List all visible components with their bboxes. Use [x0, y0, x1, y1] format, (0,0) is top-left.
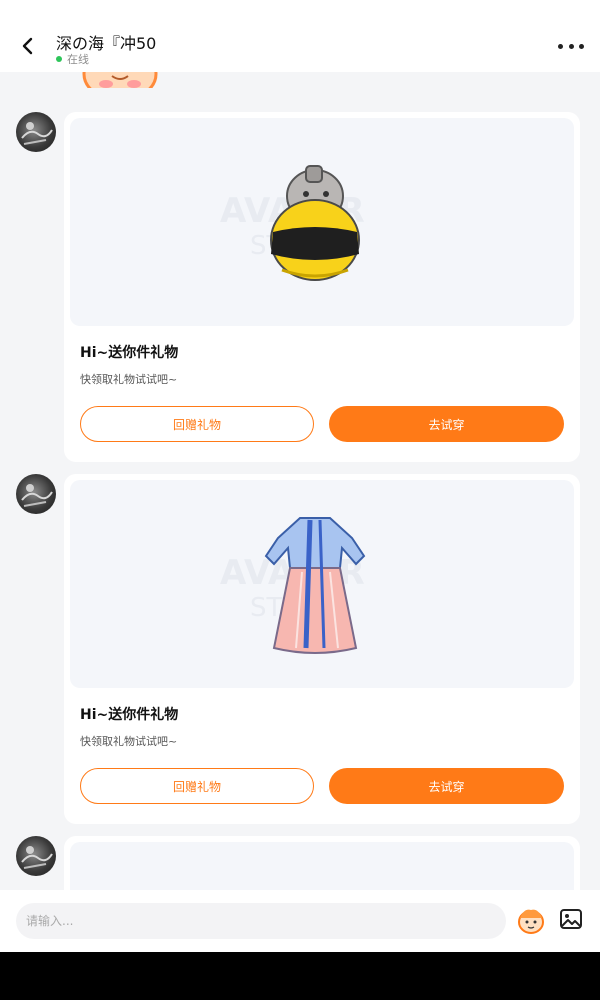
- chat-header: 深の海『冲50 在线: [0, 0, 600, 72]
- return-gift-button[interactable]: 回赠礼物: [80, 768, 314, 804]
- chat-screen: 深の海『冲50 在线 Hi~送你件礼物 快领取礼物试试吧~ 回赠礼物 去试穿 H…: [0, 0, 600, 952]
- image-button[interactable]: [559, 907, 583, 931]
- try-on-button[interactable]: 去试穿: [329, 406, 564, 442]
- image-icon: [560, 909, 582, 929]
- message-list[interactable]: AVATAR STUDIO Hi~送你件礼物 快领取礼物试试吧~: [0, 72, 600, 890]
- sticker-face-icon: [518, 909, 544, 934]
- message-input[interactable]: [16, 903, 506, 939]
- gift-subtitle: 快领取礼物试试吧~: [80, 373, 178, 386]
- gift-title: Hi~送你件礼物: [80, 345, 179, 361]
- bee-plush-icon: [270, 165, 360, 281]
- sender-avatar[interactable]: [16, 836, 56, 876]
- gift-card: AVATAR STUDIO Hi~送你件礼物 快领取礼物试试吧~ 回赠礼物 去试…: [64, 474, 580, 824]
- back-button[interactable]: [14, 32, 42, 60]
- gift-preview[interactable]: AVATAR STUDIO: [70, 118, 574, 326]
- sticker-face-image: [80, 72, 160, 88]
- more-dots-icon: [558, 43, 563, 49]
- try-on-button[interactable]: 去试穿: [329, 768, 564, 804]
- gift-title: Hi~送你件礼物: [80, 707, 179, 723]
- hanfu-dress-icon: [264, 517, 366, 654]
- online-dot: [56, 56, 62, 62]
- gift-subtitle: 快领取礼物试试吧~: [80, 735, 178, 748]
- status-text: 在线: [67, 53, 89, 66]
- chevron-left-icon: [22, 37, 33, 55]
- gift-card: AVATAR STUDIO Hi~送你件礼物 快领取礼物试试吧~: [64, 112, 580, 462]
- sender-avatar[interactable]: [16, 112, 56, 152]
- sender-avatar[interactable]: [16, 474, 56, 514]
- online-status: 在线: [56, 51, 89, 67]
- gift-card: [64, 836, 580, 890]
- sticker-button[interactable]: [516, 906, 546, 936]
- gift-preview[interactable]: AVATAR STUDIO: [70, 480, 574, 688]
- more-button[interactable]: [558, 38, 584, 54]
- return-gift-button[interactable]: 回赠礼物: [80, 406, 314, 442]
- input-bar: [0, 890, 600, 952]
- gift-preview[interactable]: [70, 842, 574, 890]
